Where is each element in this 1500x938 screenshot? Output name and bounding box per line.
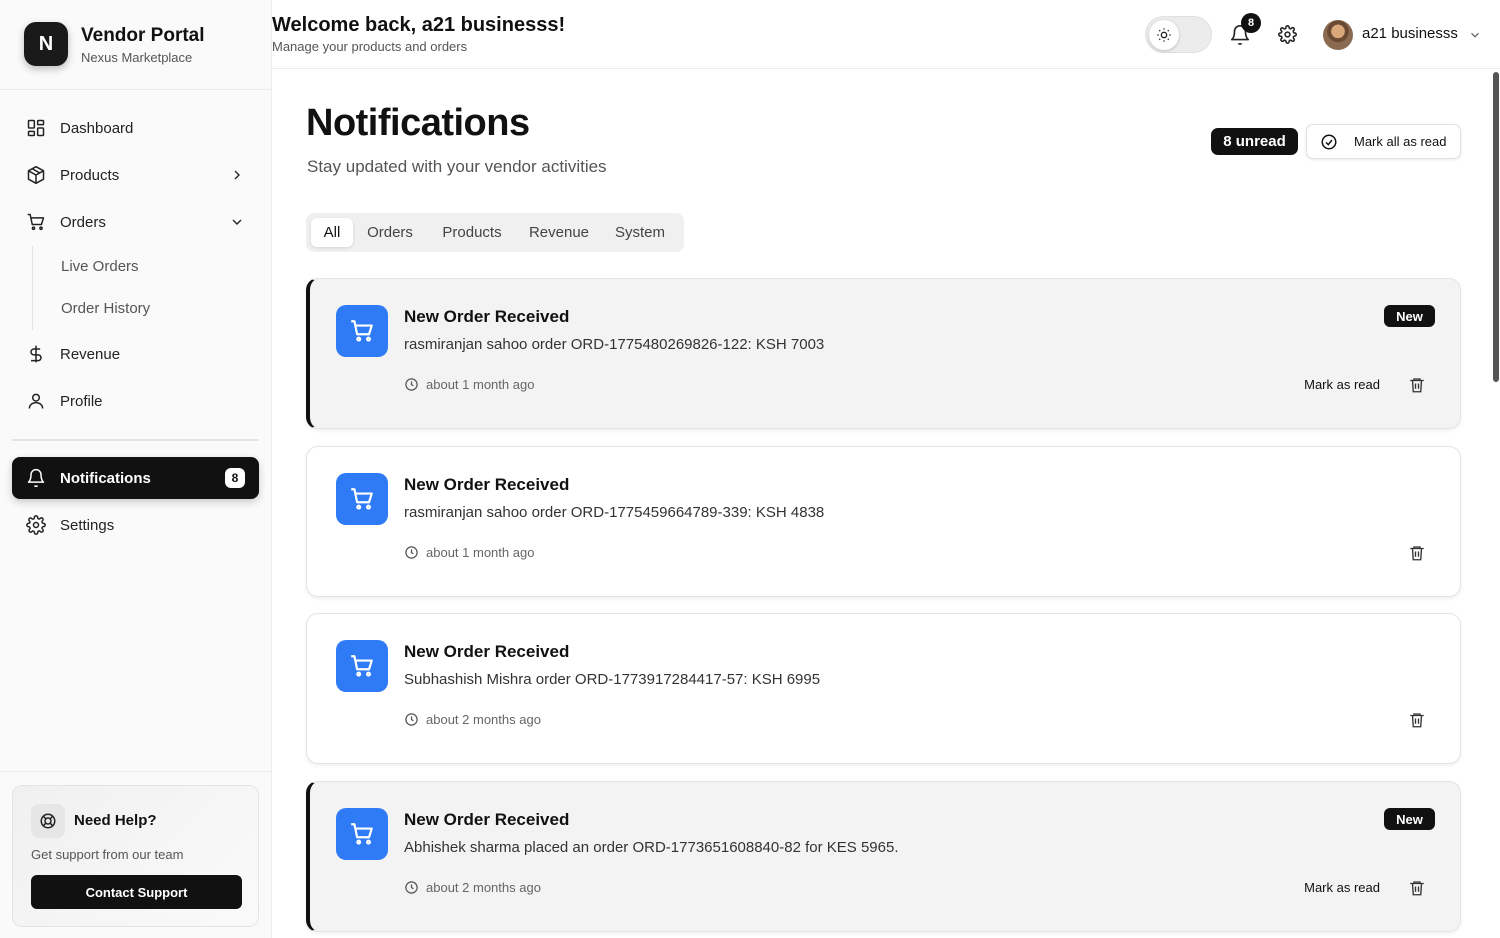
help-section: Need Help? Get support from our team Con… bbox=[0, 771, 272, 938]
tab-all[interactable]: All bbox=[311, 218, 353, 247]
nav-separator bbox=[12, 439, 259, 441]
notification-message: rasmiranjan sahoo order ORD-177548026982… bbox=[404, 336, 825, 353]
page-scrollbar[interactable] bbox=[1493, 72, 1499, 382]
avatar[interactable] bbox=[1323, 20, 1353, 50]
user-icon bbox=[28, 393, 44, 409]
cart-icon bbox=[336, 473, 388, 525]
notification-time-text: about 1 month ago bbox=[426, 377, 535, 392]
notification-time-text: about 2 months ago bbox=[426, 880, 541, 895]
theme-toggle[interactable] bbox=[1145, 16, 1212, 53]
clock-icon bbox=[405, 881, 418, 894]
chevron-down-icon bbox=[232, 219, 242, 225]
notification-time-text: about 2 months ago bbox=[426, 712, 541, 727]
sidebar-subitem-live-orders[interactable]: Live Orders bbox=[61, 258, 139, 275]
new-badge: New bbox=[1384, 305, 1435, 327]
sidebar: N Vendor Portal Nexus Marketplace Dashbo… bbox=[0, 0, 272, 938]
cart-icon bbox=[27, 213, 45, 231]
notification-message: Abhishek sharma placed an order ORD-1773… bbox=[404, 839, 899, 856]
notification-time-text: about 1 month ago bbox=[426, 545, 535, 560]
sidebar-item-dashboard[interactable]: Dashboard bbox=[12, 107, 259, 149]
unread-count-badge: 8 unread bbox=[1211, 128, 1298, 155]
notification-title: New Order Received bbox=[404, 642, 570, 661]
dollar-icon bbox=[30, 345, 42, 363]
notification-time: about 1 month ago bbox=[404, 377, 534, 392]
gear-icon bbox=[26, 515, 46, 535]
submenu-line bbox=[32, 246, 33, 330]
sidebar-item-label: Products bbox=[60, 166, 120, 184]
sidebar-item-label: Settings bbox=[60, 516, 115, 534]
brand-logo: N bbox=[24, 22, 68, 66]
sun-icon bbox=[1149, 20, 1179, 50]
help-title: Need Help? bbox=[74, 812, 157, 829]
welcome-subtitle: Manage your products and orders bbox=[272, 39, 468, 54]
sidebar-item-revenue[interactable]: Revenue bbox=[12, 333, 259, 375]
clock-icon bbox=[405, 378, 418, 391]
clock-icon bbox=[405, 546, 418, 559]
chevron-right-icon bbox=[234, 170, 240, 180]
sidebar-item-profile[interactable]: Profile bbox=[12, 380, 259, 422]
trash-icon[interactable] bbox=[1408, 544, 1426, 562]
sidebar-item-label: Profile bbox=[60, 392, 103, 410]
notification-title: New Order Received bbox=[404, 307, 570, 326]
brand[interactable]: N Vendor Portal Nexus Marketplace bbox=[24, 22, 205, 66]
sidebar-divider bbox=[0, 89, 272, 90]
sidebar-item-settings[interactable]: Settings bbox=[12, 504, 259, 546]
user-name[interactable]: a21 businesss bbox=[1362, 25, 1458, 42]
tab-products[interactable]: Products bbox=[431, 218, 513, 247]
mark-as-read-button[interactable]: Mark as read bbox=[1304, 377, 1380, 392]
chevron-down-icon[interactable] bbox=[1468, 28, 1482, 42]
clock-icon bbox=[405, 713, 418, 726]
filter-tabs: All Orders Products Revenue System bbox=[306, 213, 684, 252]
notification-time: about 1 month ago bbox=[404, 545, 534, 560]
notification-message: Subhashish Mishra order ORD-177391728441… bbox=[404, 671, 821, 688]
mark-as-read-button[interactable]: Mark as read bbox=[1304, 880, 1380, 895]
sidebar-item-notifications[interactable]: Notifications 8 bbox=[12, 457, 259, 499]
cart-icon bbox=[336, 808, 388, 860]
brand-title: Vendor Portal bbox=[81, 24, 205, 46]
top-header: Welcome back, a21 businesss! Manage your… bbox=[272, 0, 1500, 69]
contact-support-button[interactable]: Contact Support bbox=[31, 875, 242, 909]
sidebar-item-orders[interactable]: Orders bbox=[12, 201, 259, 243]
help-subtitle: Get support from our team bbox=[31, 847, 184, 862]
cart-icon bbox=[336, 640, 388, 692]
notifications-count-badge: 8 bbox=[225, 468, 245, 488]
notification-card[interactable]: New Order Received Abhishek sharma place… bbox=[306, 781, 1461, 932]
sidebar-item-label: Revenue bbox=[60, 345, 121, 363]
bell-icon bbox=[27, 468, 45, 488]
help-card: Need Help? Get support from our team Con… bbox=[12, 785, 259, 927]
sidebar-item-products[interactable]: Products bbox=[12, 154, 259, 196]
check-circle-icon bbox=[1321, 134, 1337, 149]
sidebar-subitem-order-history[interactable]: Order History bbox=[61, 300, 150, 317]
tab-system[interactable]: System bbox=[605, 218, 675, 247]
mark-all-read-button[interactable]: Mark all as read bbox=[1306, 124, 1461, 159]
trash-icon[interactable] bbox=[1408, 711, 1426, 729]
tab-orders[interactable]: Orders bbox=[357, 218, 423, 247]
new-badge: New bbox=[1384, 808, 1435, 830]
notification-message: rasmiranjan sahoo order ORD-177545966478… bbox=[404, 504, 825, 521]
mark-all-read-label: Mark all as read bbox=[1354, 134, 1447, 149]
page-title: Notifications bbox=[306, 102, 530, 144]
notification-title: New Order Received bbox=[404, 475, 570, 494]
welcome-title: Welcome back, a21 businesss! bbox=[272, 14, 566, 36]
notification-title: New Order Received bbox=[404, 810, 570, 829]
brand-subtitle: Nexus Marketplace bbox=[81, 49, 193, 65]
sidebar-item-label: Notifications bbox=[60, 469, 151, 487]
notification-card[interactable]: New Order Received Subhashish Mishra ord… bbox=[306, 613, 1461, 764]
tab-revenue[interactable]: Revenue bbox=[520, 218, 598, 247]
dashboard-icon bbox=[27, 119, 45, 137]
bell-count-badge: 8 bbox=[1241, 13, 1261, 33]
cart-icon bbox=[336, 305, 388, 357]
notification-time: about 2 months ago bbox=[404, 712, 541, 727]
trash-icon[interactable] bbox=[1408, 376, 1426, 394]
sidebar-item-label: Orders bbox=[60, 213, 106, 231]
lifebuoy-icon bbox=[31, 804, 65, 838]
settings-gear-icon[interactable] bbox=[1278, 25, 1297, 44]
page-subtitle: Stay updated with your vendor activities bbox=[307, 157, 607, 176]
notification-card[interactable]: New Order Received rasmiranjan sahoo ord… bbox=[306, 446, 1461, 597]
notification-time: about 2 months ago bbox=[404, 880, 541, 895]
notification-card[interactable]: New Order Received rasmiranjan sahoo ord… bbox=[306, 278, 1461, 429]
trash-icon[interactable] bbox=[1408, 879, 1426, 897]
sidebar-item-label: Dashboard bbox=[60, 119, 134, 137]
box-icon bbox=[27, 165, 45, 185]
